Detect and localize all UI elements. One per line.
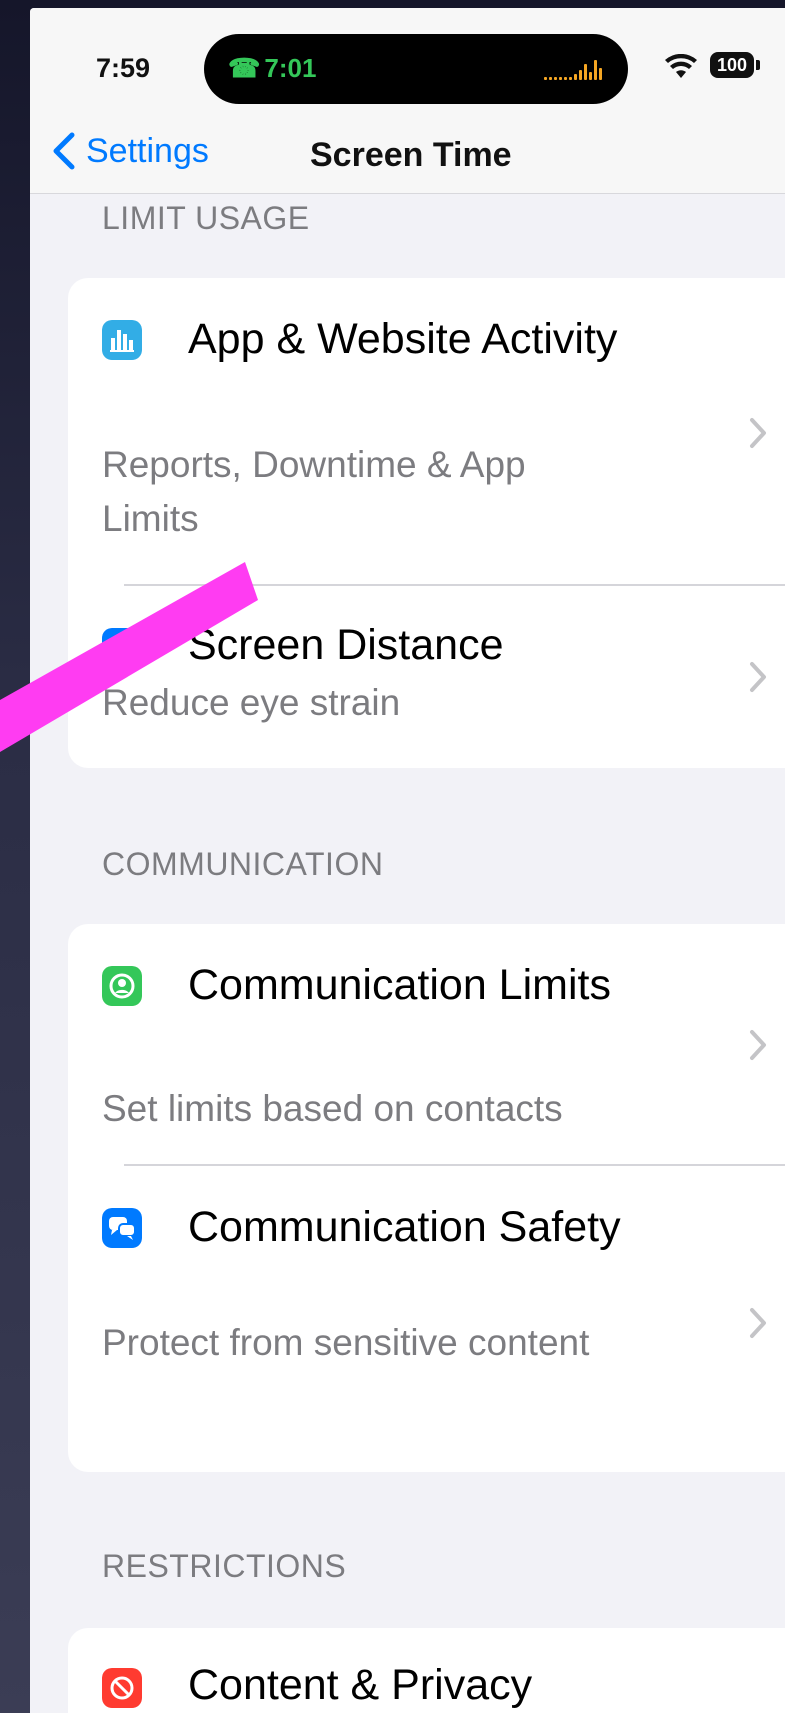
row-title: App & Website Activity	[188, 315, 618, 363]
row-title: Screen Distance	[188, 621, 504, 669]
row-content-privacy[interactable]: Content & Privacy	[68, 1628, 785, 1713]
battery-nub	[756, 60, 760, 70]
chevron-right-icon	[750, 418, 766, 448]
row-title: Communication Limits	[188, 961, 611, 1009]
page-title: Screen Time	[310, 136, 512, 174]
chevron-right-icon	[750, 1030, 766, 1060]
section-header-communication: COMMUNICATION	[102, 846, 384, 882]
chevron-right-icon	[750, 662, 766, 692]
chevron-left-icon	[53, 132, 75, 170]
active-call-indicator[interactable]: ☎ 7:01	[228, 53, 316, 84]
status-bar: 7:59 ☎ 7:01 100	[30, 8, 785, 108]
status-time: 7:59	[96, 53, 151, 83]
section-header-restrictions: RESTRICTIONS	[102, 1548, 347, 1584]
restrictions-group: Content & Privacy	[68, 1628, 785, 1713]
navigation-bar: Settings Screen Time	[30, 108, 785, 194]
chevron-right-icon	[750, 1308, 766, 1338]
row-app-website-activity[interactable]: App & Website Activity Reports, Downtime…	[68, 278, 785, 578]
row-communication-safety[interactable]: Communication Safety Protect from sensit…	[68, 1166, 785, 1472]
waveform-icon	[544, 58, 602, 80]
call-duration: 7:01	[264, 53, 317, 83]
limit-usage-group: App & Website Activity Reports, Downtime…	[68, 278, 785, 768]
back-button-label: Settings	[86, 131, 209, 170]
row-communication-limits[interactable]: Communication Limits Set limits based on…	[68, 924, 785, 1158]
row-subtitle: Reports, Downtime & App Limits	[102, 444, 526, 539]
communication-group: Communication Limits Set limits based on…	[68, 924, 785, 1472]
row-title: Communication Safety	[188, 1203, 621, 1251]
phone-screen: 7:59 ☎ 7:01 100 Settings Screen Time LIMI…	[30, 8, 785, 1713]
row-title: Content & Privacy	[188, 1661, 533, 1709]
battery-icon: 100	[710, 52, 754, 78]
phone-icon: ☎	[228, 53, 261, 83]
row-screen-distance[interactable]: Screen Distance Reduce eye strain	[68, 586, 785, 768]
row-subtitle: Protect from sensitive content	[102, 1322, 590, 1363]
back-button[interactable]: Settings	[48, 126, 209, 176]
row-subtitle: Set limits based on contacts	[102, 1088, 563, 1129]
section-header-limit-usage: LIMIT USAGE	[102, 200, 310, 236]
row-subtitle: Reduce eye strain	[102, 682, 401, 723]
wifi-icon	[665, 54, 697, 78]
dynamic-island[interactable]: ☎ 7:01	[204, 34, 628, 104]
